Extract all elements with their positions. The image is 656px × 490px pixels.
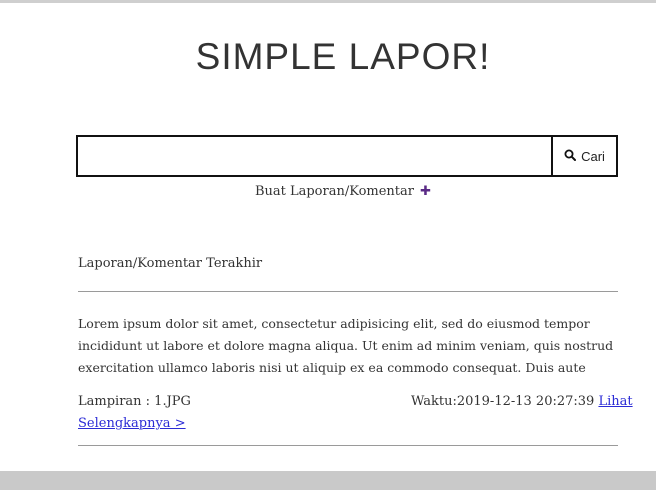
attachment-label: Lampiran : 1.JPG: [78, 394, 191, 409]
create-report-link[interactable]: Buat Laporan/Komentar ✚: [0, 184, 656, 199]
timestamp: Waktu:2019-12-13 20:27:39: [411, 394, 595, 409]
search-bar: Cari: [76, 135, 618, 177]
create-report-label: Buat Laporan/Komentar: [254, 184, 414, 199]
divider-bottom: [78, 445, 618, 446]
top-border: [0, 0, 656, 3]
plus-icon: ✚: [420, 184, 432, 199]
page-title: SIMPLE LAPOR!: [195, 36, 491, 77]
search-button-label: Cari: [581, 148, 605, 164]
divider-top: [78, 291, 618, 292]
more-link-part1[interactable]: Lihat: [598, 394, 632, 409]
bottom-bar: [0, 471, 656, 490]
more-link-part2[interactable]: Selengkapnya >: [78, 416, 186, 431]
more-link-line: Selengkapnya >: [78, 416, 186, 431]
report-body: Lorem ipsum dolor sit amet, consectetur …: [78, 316, 614, 375]
section-title: Laporan/Komentar Terakhir: [78, 256, 263, 271]
search-icon: [564, 149, 577, 164]
search-button[interactable]: Cari: [551, 137, 616, 175]
search-input[interactable]: [78, 137, 551, 175]
report-meta: Waktu:2019-12-13 20:27:39 Lihat: [411, 394, 633, 409]
